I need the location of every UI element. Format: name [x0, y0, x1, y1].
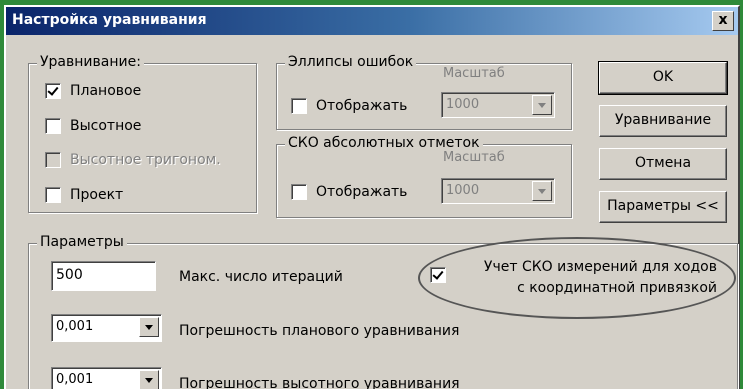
parameters-button[interactable]: Параметры <<: [599, 191, 727, 223]
ellipses-show-option[interactable]: Отображать: [291, 96, 407, 116]
plan-error-select[interactable]: 0,001: [51, 314, 162, 342]
plan-error-value: 0,001: [56, 319, 94, 334]
height-error-select[interactable]: 0,001: [51, 367, 162, 389]
ellipses-scale-value: 1000: [446, 97, 480, 112]
title-bar[interactable]: Настройка уравнивания x: [6, 7, 738, 35]
plan-label: Плановое: [70, 83, 142, 99]
rmse-traverse-option[interactable]: [430, 265, 455, 285]
parameters-legend: Параметры: [37, 234, 127, 250]
project-checkbox[interactable]: [45, 187, 61, 203]
plan-checkbox[interactable]: [45, 83, 61, 99]
rmse-traverse-label: Учет СКО измерений для ходов с координат…: [461, 257, 717, 299]
adjustment-plan-option[interactable]: Плановое: [45, 81, 141, 101]
rmse-scale-label: Масштаб: [443, 150, 505, 165]
height-error-value: 0,001: [56, 372, 94, 387]
cancel-button[interactable]: Отмена: [599, 148, 727, 180]
rmse-scale-value: 1000: [446, 183, 480, 198]
window-title: Настройка уравнивания: [12, 12, 207, 28]
adjustment-project-option[interactable]: Проект: [45, 185, 123, 205]
adjustment-group: Уравнивание: Плановое Высотное Высотное …: [28, 54, 257, 213]
ellipses-scale-label: Масштаб: [443, 66, 505, 81]
height-error-label: Погрешность высотного уравнивания: [179, 376, 460, 389]
project-label: Проект: [70, 187, 124, 203]
max-iterations-label: Макс. число итераций: [179, 269, 343, 285]
close-button[interactable]: x: [712, 11, 734, 31]
max-iterations-input[interactable]: 500: [51, 261, 156, 291]
height-label: Высотное: [70, 118, 142, 134]
height-checkbox[interactable]: [45, 118, 61, 134]
plan-error-label: Погрешность планового уравнивания: [179, 323, 460, 339]
ellipses-show-checkbox[interactable]: [291, 98, 307, 114]
rmse-show-label: Отображать: [316, 184, 408, 200]
rmse-scale-select: 1000: [441, 178, 555, 204]
rmse-traverse-line1: Учет СКО измерений для ходов: [483, 259, 717, 275]
adjustment-legend: Уравнивание:: [37, 54, 144, 70]
dialog-window: Настройка уравнивания x Уравнивание: Пла…: [4, 5, 740, 389]
ellipses-show-label: Отображать: [316, 98, 408, 114]
ellipses-scale-select: 1000: [441, 92, 555, 118]
chevron-down-icon[interactable]: [139, 370, 159, 389]
rmse-show-option[interactable]: Отображать: [291, 182, 407, 202]
chevron-down-icon: [532, 181, 552, 201]
chevron-down-icon: [532, 95, 552, 115]
rmse-traverse-line2: с координатной привязкой: [517, 280, 717, 296]
ok-button[interactable]: OK: [598, 61, 728, 95]
error-ellipses-legend: Эллипсы ошибок: [285, 54, 417, 70]
abs-elevation-rmse-group: СКО абсолютных отметок Масштаб Отображат…: [276, 135, 572, 218]
chevron-down-icon[interactable]: [139, 317, 159, 337]
trig-height-checkbox: [45, 152, 61, 168]
abs-elevation-rmse-legend: СКО абсолютных отметок: [285, 135, 483, 151]
rmse-show-checkbox[interactable]: [291, 184, 307, 200]
error-ellipses-group: Эллипсы ошибок Масштаб Отображать 1000: [276, 54, 572, 130]
rmse-traverse-checkbox[interactable]: [430, 267, 446, 283]
trig-height-label: Высотное тригоном.: [70, 152, 221, 168]
adjustment-height-option[interactable]: Высотное: [45, 116, 141, 136]
adjustment-trig-height-option: Высотное тригоном.: [45, 150, 221, 170]
adjust-button[interactable]: Уравнивание: [599, 105, 727, 137]
